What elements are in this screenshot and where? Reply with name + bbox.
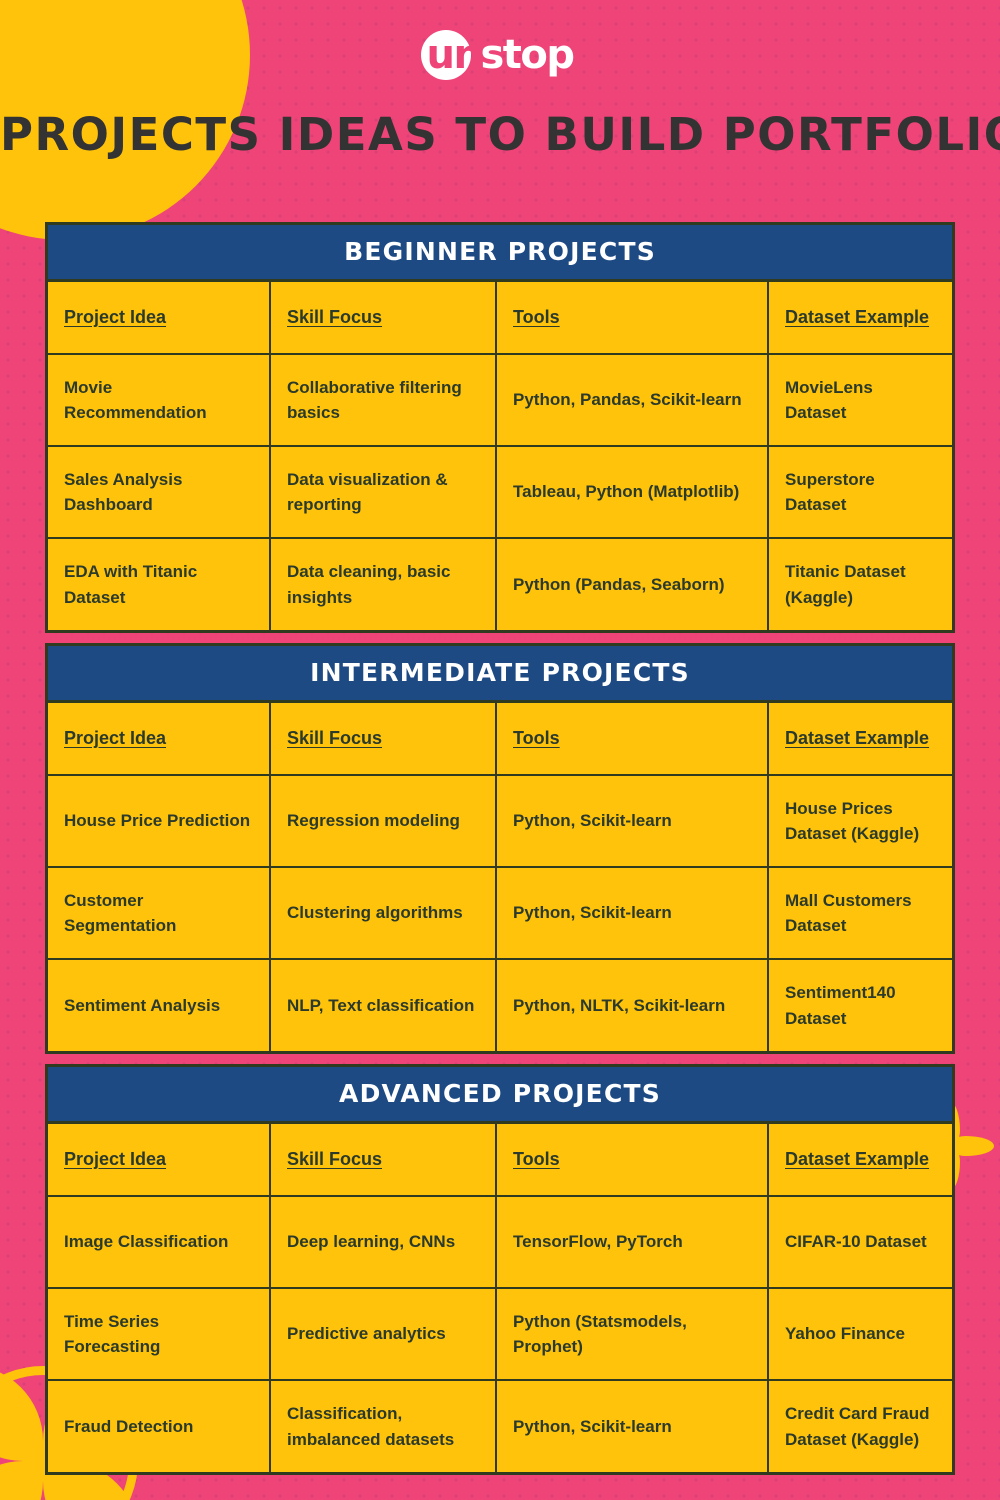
cell-tools: Python (Pandas, Seaborn) [495, 537, 769, 630]
cell-dataset-example: Credit Card Fraud Dataset (Kaggle) [767, 1379, 952, 1472]
column-header-tools: Tools [495, 1124, 769, 1197]
cell-project-idea: Movie Recommendation [48, 353, 271, 447]
column-header-project-idea: Project Idea [48, 1124, 271, 1197]
table-row: Sentiment Analysis NLP, Text classificat… [48, 958, 952, 1051]
table-row: Fraud Detection Classification, imbalanc… [48, 1379, 952, 1472]
cell-project-idea: Sentiment Analysis [48, 958, 271, 1051]
cell-tools: Tableau, Python (Matplotlib) [495, 445, 769, 539]
table-header-row: Project Idea Skill Focus Tools Dataset E… [48, 282, 952, 355]
cell-dataset-example: Sentiment140 Dataset [767, 958, 952, 1051]
cell-skill-focus: Predictive analytics [269, 1287, 497, 1381]
table-row: House Price Prediction Regression modeli… [48, 774, 952, 868]
cell-dataset-example: Mall Customers Dataset [767, 866, 952, 960]
cell-project-idea: Time Series Forecasting [48, 1287, 271, 1381]
column-header-tools: Tools [495, 282, 769, 355]
cell-dataset-example: Titanic Dataset (Kaggle) [767, 537, 952, 630]
cell-project-idea: Sales Analysis Dashboard [48, 445, 271, 539]
column-header-project-idea: Project Idea [48, 703, 271, 776]
column-header-dataset-example: Dataset Example [767, 703, 952, 776]
section-title-beginner: BEGINNER PROJECTS [48, 225, 952, 282]
cell-tools: TensorFlow, PyTorch [495, 1195, 769, 1289]
column-header-skill-focus: Skill Focus [269, 703, 497, 776]
cell-tools: Python, Scikit-learn [495, 866, 769, 960]
table-row: Time Series Forecasting Predictive analy… [48, 1287, 952, 1381]
section-advanced: ADVANCED PROJECTS Project Idea Skill Foc… [45, 1064, 955, 1475]
cell-project-idea: Customer Segmentation [48, 866, 271, 960]
logo-text-stop: stop [480, 32, 575, 78]
section-beginner: BEGINNER PROJECTS Project Idea Skill Foc… [45, 222, 955, 633]
table-intermediate: Project Idea Skill Focus Tools Dataset E… [48, 703, 952, 1051]
cell-tools: Python (Statsmodels, Prophet) [495, 1287, 769, 1381]
column-header-skill-focus: Skill Focus [269, 282, 497, 355]
section-title-advanced: ADVANCED PROJECTS [48, 1067, 952, 1124]
table-header-row: Project Idea Skill Focus Tools Dataset E… [48, 1124, 952, 1197]
cell-project-idea: EDA with Titanic Dataset [48, 537, 271, 630]
cell-dataset-example: Superstore Dataset [767, 445, 952, 539]
cell-skill-focus: NLP, Text classification [269, 958, 497, 1051]
cell-skill-focus: Clustering algorithms [269, 866, 497, 960]
cell-skill-focus: Data cleaning, basic insights [269, 537, 497, 630]
cell-dataset-example: House Prices Dataset (Kaggle) [767, 774, 952, 868]
cell-dataset-example: Yahoo Finance [767, 1287, 952, 1381]
column-header-tools: Tools [495, 703, 769, 776]
column-header-dataset-example: Dataset Example [767, 282, 952, 355]
cell-skill-focus: Deep learning, CNNs [269, 1195, 497, 1289]
table-header-row: Project Idea Skill Focus Tools Dataset E… [48, 703, 952, 776]
table-row: Sales Analysis Dashboard Data visualizat… [48, 445, 952, 539]
table-row: Customer Segmentation Clustering algorit… [48, 866, 952, 960]
poster-canvas: un stop PROJECTS IDEAS TO BUILD PORTFOLI… [0, 0, 1000, 1500]
cell-tools: Python, Scikit-learn [495, 774, 769, 868]
table-beginner: Project Idea Skill Focus Tools Dataset E… [48, 282, 952, 630]
table-row: Image Classification Deep learning, CNNs… [48, 1195, 952, 1289]
cell-skill-focus: Data visualization & reporting [269, 445, 497, 539]
column-header-dataset-example: Dataset Example [767, 1124, 952, 1197]
section-title-intermediate: INTERMEDIATE PROJECTS [48, 646, 952, 703]
logo-text-un: un [426, 32, 482, 78]
table-row: EDA with Titanic Dataset Data cleaning, … [48, 537, 952, 630]
cell-tools: Python, Pandas, Scikit-learn [495, 353, 769, 447]
table-row: Movie Recommendation Collaborative filte… [48, 353, 952, 447]
cell-dataset-example: MovieLens Dataset [767, 353, 952, 447]
cell-tools: Python, Scikit-learn [495, 1379, 769, 1472]
column-header-project-idea: Project Idea [48, 282, 271, 355]
column-header-skill-focus: Skill Focus [269, 1124, 497, 1197]
cell-project-idea: Fraud Detection [48, 1379, 271, 1472]
cell-project-idea: House Price Prediction [48, 774, 271, 868]
page-title: PROJECTS IDEAS TO BUILD PORTFOLIO [0, 108, 1000, 161]
cell-tools: Python, NLTK, Scikit-learn [495, 958, 769, 1051]
cell-skill-focus: Regression modeling [269, 774, 497, 868]
cell-project-idea: Image Classification [48, 1195, 271, 1289]
table-advanced: Project Idea Skill Focus Tools Dataset E… [48, 1124, 952, 1472]
unstop-logo: un stop [0, 28, 1000, 82]
cell-skill-focus: Classification, imbalanced datasets [269, 1379, 497, 1472]
section-intermediate: INTERMEDIATE PROJECTS Project Idea Skill… [45, 643, 955, 1054]
cell-dataset-example: CIFAR-10 Dataset [767, 1195, 952, 1289]
cell-skill-focus: Collaborative filtering basics [269, 353, 497, 447]
